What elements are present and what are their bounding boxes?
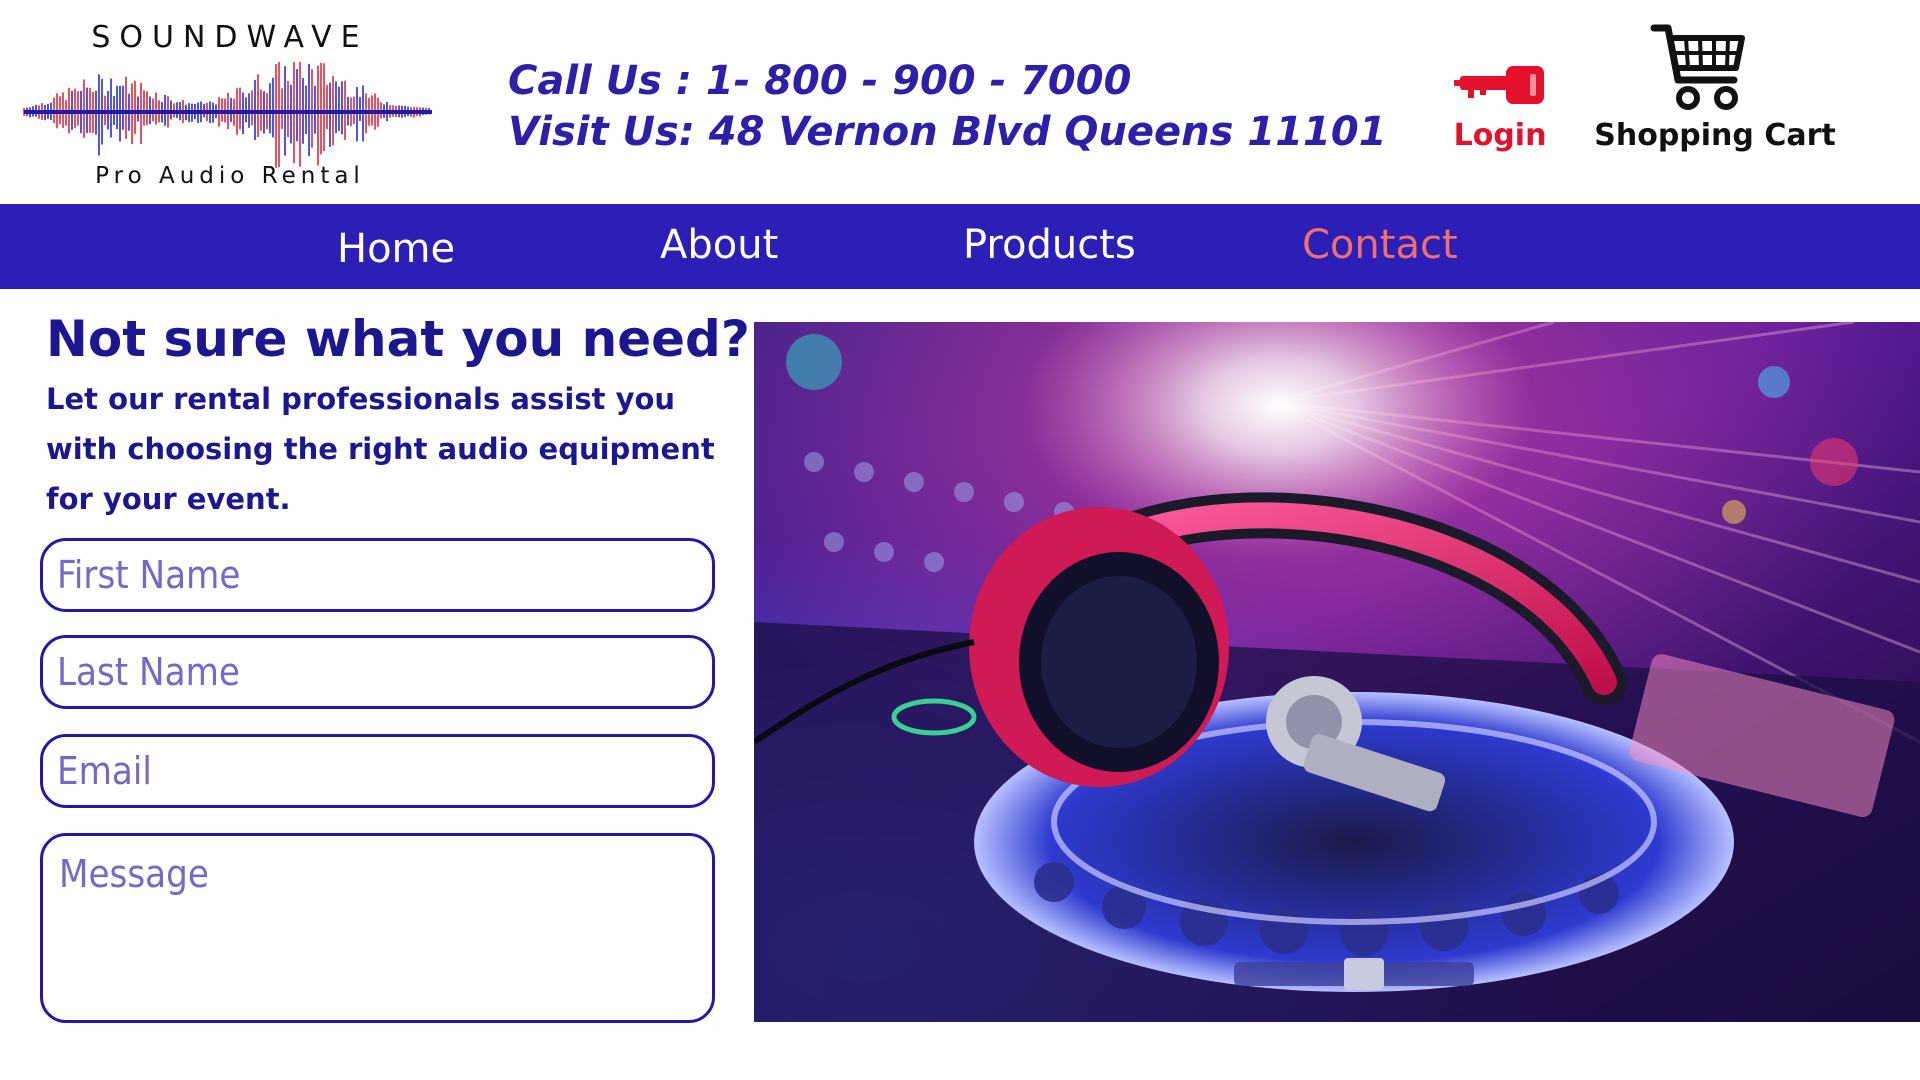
key-icon xyxy=(1454,66,1544,104)
shopping-cart-button[interactable]: Shopping Cart xyxy=(1580,22,1850,162)
shopping-cart-label: Shopping Cart xyxy=(1594,118,1836,153)
page: SOUNDWAVE Pro Audio Rental Call Us : 1- … xyxy=(0,0,1920,1080)
contact-info: Call Us : 1- 800 - 900 - 7000 Visit Us: … xyxy=(508,56,1387,158)
nav-contact[interactable]: Contact xyxy=(1302,222,1458,268)
main-nav: Home About Products Contact xyxy=(0,204,1920,289)
last-name-field[interactable] xyxy=(40,635,715,709)
logo-brand-name: SOUNDWAVE xyxy=(91,20,369,55)
nav-home[interactable]: Home xyxy=(337,226,455,272)
address-line: Visit Us: 48 Vernon Blvd Queens 11101 xyxy=(508,109,1387,155)
hero-image-dj-headphones xyxy=(754,322,1920,1022)
email-field[interactable] xyxy=(40,734,715,808)
nav-about[interactable]: About xyxy=(660,222,778,268)
nav-products[interactable]: Products xyxy=(963,222,1136,268)
page-subtext: Let our rental professionals assist you … xyxy=(46,382,715,516)
phone-line: Call Us : 1- 800 - 900 - 7000 xyxy=(508,58,1132,104)
logo-tagline: Pro Audio Rental xyxy=(95,163,365,189)
page-heading: Not sure what you need? xyxy=(46,310,750,368)
shopping-cart-icon xyxy=(1650,24,1745,110)
message-field[interactable] xyxy=(40,833,715,1023)
login-button[interactable]: Login xyxy=(1440,56,1560,156)
first-name-field[interactable] xyxy=(40,538,715,612)
login-label: Login xyxy=(1453,118,1547,153)
logo[interactable]: SOUNDWAVE Pro Audio Rental xyxy=(18,18,438,198)
